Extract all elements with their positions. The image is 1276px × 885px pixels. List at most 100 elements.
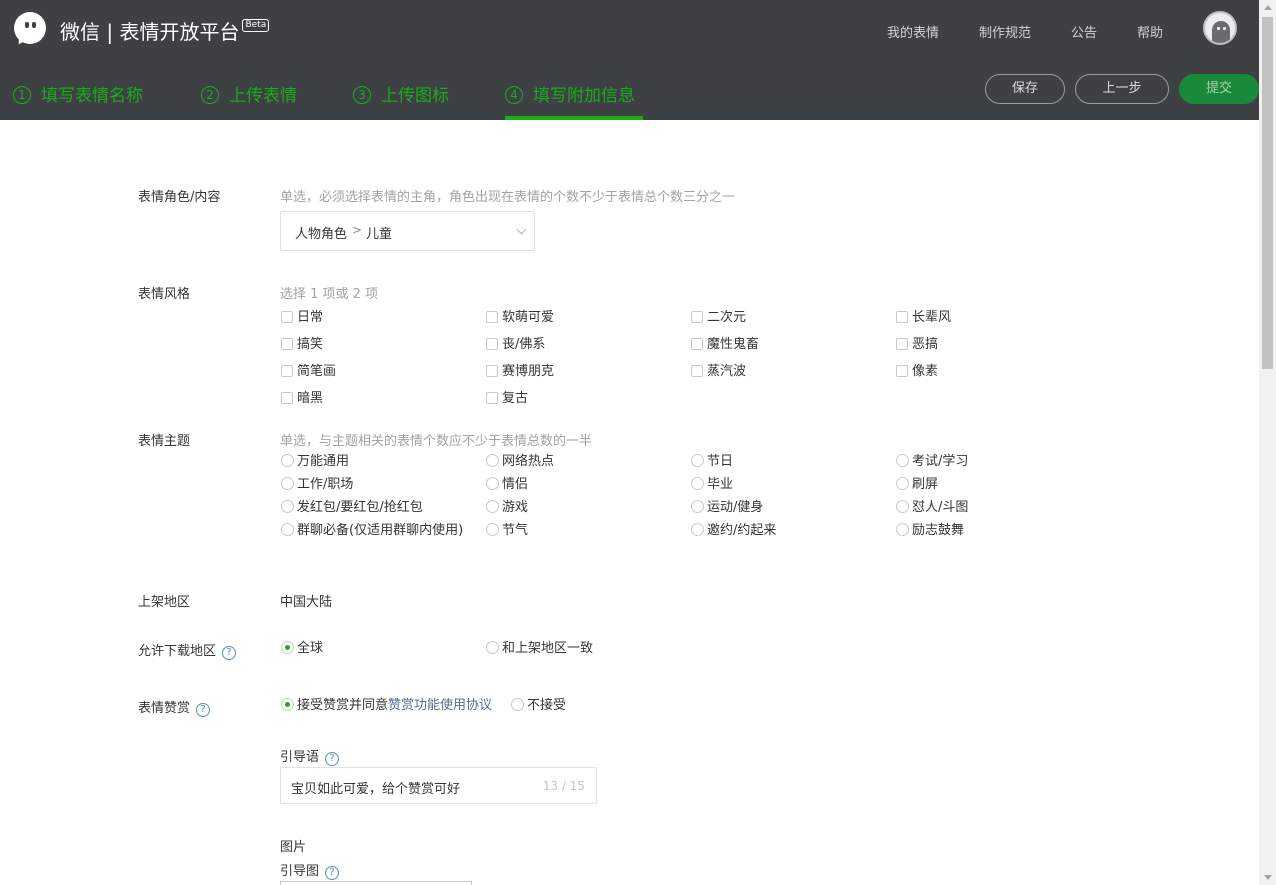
checkbox-icon[interactable] xyxy=(691,338,703,350)
radio-icon[interactable] xyxy=(486,500,499,513)
checkbox-icon[interactable] xyxy=(486,392,498,404)
style-option[interactable]: 蒸汽波 xyxy=(691,365,746,379)
step-1[interactable]: 1 填写表情名称 xyxy=(13,81,143,106)
theme-option[interactable]: 万能通用 xyxy=(281,454,349,469)
nav-my-stickers[interactable]: 我的表情 xyxy=(887,22,939,41)
scroll-up-icon[interactable] xyxy=(1264,5,1272,10)
theme-option[interactable]: 工作/职场 xyxy=(281,477,353,492)
theme-option[interactable]: 游戏 xyxy=(486,500,528,515)
style-option[interactable]: 暗黑 xyxy=(281,392,323,406)
radio-icon[interactable] xyxy=(691,500,704,513)
help-icon[interactable]: ? xyxy=(325,866,340,880)
theme-option[interactable]: 群聊必备(仅适用群聊内使用) xyxy=(281,523,463,538)
radio-icon[interactable] xyxy=(511,698,524,711)
checkbox-icon[interactable] xyxy=(896,338,908,350)
guide-text-value[interactable]: 宝贝如此可爱，给个赞赏可好 xyxy=(291,778,460,797)
scroll-down-icon[interactable] xyxy=(1264,875,1272,880)
style-option[interactable]: 简笔画 xyxy=(281,365,336,379)
style-option[interactable]: 搞笑 xyxy=(281,338,323,352)
step-2[interactable]: 2 上传表情 xyxy=(201,81,297,106)
theme-option[interactable]: 毕业 xyxy=(691,477,733,492)
radio-icon[interactable] xyxy=(896,477,909,490)
theme-option[interactable]: 运动/健身 xyxy=(691,500,763,515)
style-option[interactable]: 丧/佛系 xyxy=(486,338,545,352)
role-select[interactable]: 人物角色 > 儿童 xyxy=(280,211,535,251)
nav-announcements[interactable]: 公告 xyxy=(1071,22,1097,41)
radio-icon[interactable] xyxy=(281,523,294,536)
brand-title: 微信 | 表情开放平台 Beta xyxy=(60,16,270,45)
download-option-global[interactable]: 全球 xyxy=(281,641,323,656)
checkbox-icon[interactable] xyxy=(281,392,293,404)
style-option[interactable]: 恶搞 xyxy=(896,338,938,352)
radio-icon[interactable] xyxy=(896,523,909,536)
region-label: 上架地区 xyxy=(138,595,191,610)
style-option[interactable]: 复古 xyxy=(486,392,528,406)
style-option[interactable]: 赛博朋克 xyxy=(486,365,554,379)
previous-step-button[interactable]: 上一步 xyxy=(1075,74,1169,104)
checkbox-icon[interactable] xyxy=(486,311,498,323)
radio-icon[interactable] xyxy=(281,477,294,490)
checkbox-icon[interactable] xyxy=(281,338,293,350)
save-button[interactable]: 保存 xyxy=(985,74,1065,104)
radio-icon[interactable] xyxy=(486,641,499,654)
guide-text-input[interactable]: 宝贝如此可爱，给个赞赏可好 13 / 15 xyxy=(280,767,597,804)
step-3[interactable]: 3 上传图标 xyxy=(353,81,449,106)
style-option[interactable]: 长辈风 xyxy=(896,311,951,325)
theme-option[interactable]: 怼人/斗图 xyxy=(896,500,968,515)
role-category: 人物角色 xyxy=(295,227,348,242)
theme-option[interactable]: 刷屏 xyxy=(896,477,938,492)
theme-option[interactable]: 节日 xyxy=(691,454,733,469)
theme-option[interactable]: 考试/学习 xyxy=(896,454,968,469)
radio-icon[interactable] xyxy=(281,454,294,467)
checkbox-icon[interactable] xyxy=(896,365,908,377)
style-option[interactable]: 魔性鬼畜 xyxy=(691,338,759,352)
theme-option[interactable]: 情侣 xyxy=(486,477,528,492)
checkbox-icon[interactable] xyxy=(896,311,908,323)
guide-image-upload[interactable] xyxy=(280,881,472,885)
radio-icon[interactable] xyxy=(691,477,704,490)
style-option[interactable]: 像素 xyxy=(896,365,938,379)
char-counter: 13 / 15 xyxy=(542,779,585,793)
nav-guidelines[interactable]: 制作规范 xyxy=(979,22,1031,41)
reward-accept-option[interactable]: 接受赞赏并同意赞赏功能使用协议 xyxy=(281,698,492,713)
checkbox-icon[interactable] xyxy=(691,311,703,323)
style-hint: 选择 1 项或 2 项 xyxy=(280,287,379,302)
reward-agreement-link[interactable]: 赞赏功能使用协议 xyxy=(388,698,492,713)
radio-icon[interactable] xyxy=(896,500,909,513)
theme-option[interactable]: 节气 xyxy=(486,523,528,538)
checkbox-icon[interactable] xyxy=(281,365,293,377)
reward-decline-option[interactable]: 不接受 xyxy=(511,698,566,713)
help-icon[interactable]: ? xyxy=(222,646,237,660)
help-icon[interactable]: ? xyxy=(196,703,211,717)
radio-icon[interactable] xyxy=(691,523,704,536)
nav-help[interactable]: 帮助 xyxy=(1137,22,1163,41)
theme-option[interactable]: 网络热点 xyxy=(486,454,554,469)
radio-icon[interactable] xyxy=(486,523,499,536)
wechat-emoji-logo-icon xyxy=(14,12,46,47)
radio-icon[interactable] xyxy=(896,454,909,467)
style-option[interactable]: 日常 xyxy=(281,311,323,325)
radio-icon[interactable] xyxy=(691,454,704,467)
radio-icon[interactable] xyxy=(486,454,499,467)
theme-option[interactable]: 邀约/约起来 xyxy=(691,523,776,538)
radio-icon[interactable] xyxy=(486,477,499,490)
theme-option[interactable]: 发红包/要红包/抢红包 xyxy=(281,500,423,515)
step-4[interactable]: 4 填写附加信息 xyxy=(505,81,635,106)
scrollbar-thumb[interactable] xyxy=(1262,17,1273,369)
user-avatar[interactable] xyxy=(1203,11,1237,45)
style-option[interactable]: 二次元 xyxy=(691,311,746,325)
radio-selected-icon[interactable] xyxy=(281,698,294,711)
download-option-same[interactable]: 和上架地区一致 xyxy=(486,641,593,656)
reward-label: 表情赞赏? xyxy=(138,697,211,717)
radio-icon[interactable] xyxy=(281,500,294,513)
theme-option[interactable]: 励志鼓舞 xyxy=(896,523,964,538)
checkbox-icon[interactable] xyxy=(486,365,498,377)
checkbox-icon[interactable] xyxy=(691,365,703,377)
style-option[interactable]: 软萌可爱 xyxy=(486,311,554,325)
help-icon[interactable]: ? xyxy=(325,752,340,766)
submit-button[interactable]: 提交 xyxy=(1179,74,1259,104)
checkbox-icon[interactable] xyxy=(486,338,498,350)
checkbox-icon[interactable] xyxy=(281,311,293,323)
vertical-scrollbar[interactable] xyxy=(1259,0,1276,885)
radio-selected-icon[interactable] xyxy=(281,641,294,654)
